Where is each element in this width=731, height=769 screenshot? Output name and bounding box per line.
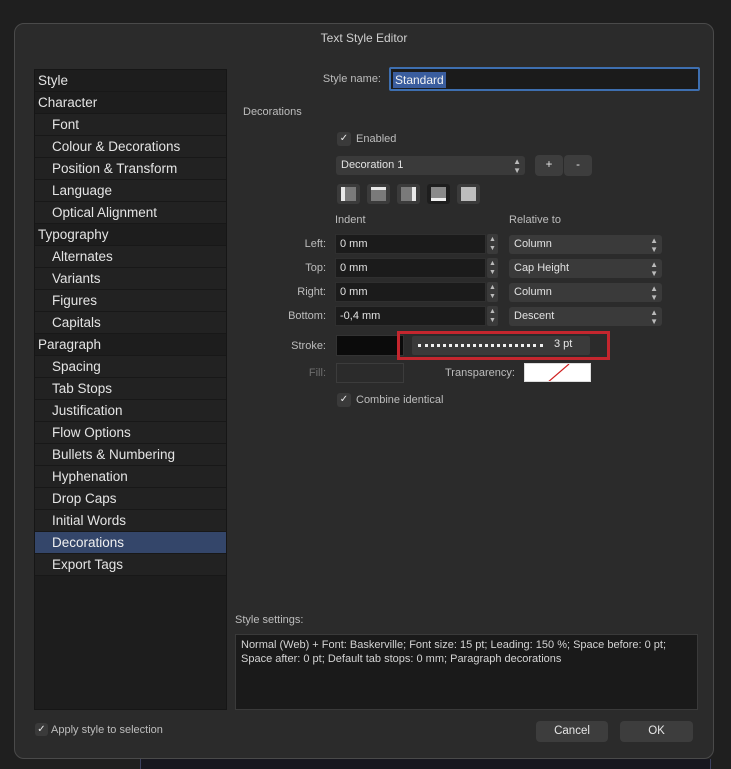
combine-identical-checkbox[interactable]: ✓	[337, 393, 351, 407]
enabled-label: Enabled	[356, 133, 397, 145]
style-settings-text: Normal (Web) + Font: Baskerville; Font s…	[241, 639, 667, 665]
indent-top-label: Top:	[305, 262, 326, 274]
checkmark-icon: ✓	[339, 394, 349, 405]
sidebar-item-bullets-and-numbering[interactable]: Bullets & Numbering	[35, 444, 226, 466]
sidebar-item-style[interactable]: Style	[35, 70, 226, 92]
style-category-sidebar: Style Character Font Colour & Decorations Po…	[34, 69, 227, 710]
apply-style-label: Apply style to selection	[51, 724, 163, 736]
decoration-right-button[interactable]	[397, 184, 420, 204]
style-name-label: Style name:	[322, 73, 381, 85]
stroke-label: Stroke:	[291, 340, 326, 352]
sidebar-item-character[interactable]: Character	[35, 92, 226, 114]
relative-left-value: Column	[514, 238, 552, 250]
checkmark-icon: ✓	[37, 724, 46, 735]
indent-left-stepper[interactable]: ▲ ▼	[487, 234, 498, 254]
decoration-bottom-button[interactable]	[427, 184, 450, 204]
relative-right-select[interactable]: Column ▲ ▼	[509, 283, 662, 302]
sidebar-item-initial-words[interactable]: Initial Words	[35, 510, 226, 532]
indent-right-input[interactable]: 0 mm	[335, 282, 486, 302]
stroke-width-value: 3 pt	[554, 338, 573, 350]
sidebar-item-tab-stops[interactable]: Tab Stops	[35, 378, 226, 400]
no-color-slash-icon	[548, 364, 570, 381]
indent-left-input[interactable]: 0 mm	[335, 234, 486, 254]
dialog-title: Text Style Editor	[320, 31, 408, 45]
combine-identical-label: Combine identical	[356, 394, 444, 406]
decoration-select[interactable]: Decoration 1 ▲ ▼	[336, 156, 525, 175]
sidebar-item-justification[interactable]: Justification	[35, 400, 226, 422]
border-right-icon	[401, 187, 416, 201]
select-arrows-icon: ▲ ▼	[650, 236, 658, 254]
text-style-editor-dialog: Text Style Editor Style Character Font Colo…	[14, 23, 714, 759]
enabled-checkbox[interactable]: ✓	[337, 132, 351, 146]
fill-color-swatch[interactable]	[336, 363, 404, 383]
stroke-width-control[interactable]: 3 pt	[412, 336, 590, 355]
cancel-button[interactable]: Cancel	[536, 721, 608, 742]
transparency-swatch[interactable]	[524, 363, 591, 382]
indent-bottom-stepper[interactable]: ▲ ▼	[487, 306, 498, 326]
checkmark-icon: ✓	[339, 133, 349, 144]
sidebar-item-optical-alignment[interactable]: Optical Alignment	[35, 202, 226, 224]
sidebar-item-colour-and-decorations[interactable]: Colour & Decorations	[35, 136, 226, 158]
sidebar-item-drop-caps[interactable]: Drop Caps	[35, 488, 226, 510]
indent-bottom-input[interactable]: -0,4 mm	[335, 306, 486, 326]
style-name-input[interactable]: Standard	[389, 67, 700, 91]
sidebar-item-flow-options[interactable]: Flow Options	[35, 422, 226, 444]
style-name-value: Standard	[393, 72, 446, 88]
decorations-section-label: Decorations	[243, 106, 302, 118]
indent-top-input[interactable]: 0 mm	[335, 258, 486, 278]
apply-style-checkbox[interactable]: ✓	[35, 723, 48, 736]
select-arrows-icon: ▲ ▼	[513, 157, 521, 175]
indent-right-stepper[interactable]: ▲ ▼	[487, 282, 498, 302]
sidebar-item-capitals[interactable]: Capitals	[35, 312, 226, 334]
decoration-fill-button[interactable]	[457, 184, 480, 204]
border-left-icon	[341, 187, 356, 201]
sidebar-item-position-and-transform[interactable]: Position & Transform	[35, 158, 226, 180]
relative-top-select[interactable]: Cap Height ▲ ▼	[509, 259, 662, 278]
sidebar-item-decorations[interactable]: Decorations	[35, 532, 226, 554]
select-arrows-icon: ▲ ▼	[650, 308, 658, 326]
border-top-icon	[371, 187, 386, 201]
sidebar-item-font[interactable]: Font	[35, 114, 226, 136]
indent-top-stepper[interactable]: ▲ ▼	[487, 258, 498, 278]
sidebar-item-alternates[interactable]: Alternates	[35, 246, 226, 268]
decoration-select-value: Decoration 1	[341, 159, 404, 171]
select-arrows-icon: ▲ ▼	[650, 260, 658, 278]
sidebar-item-figures[interactable]: Figures	[35, 290, 226, 312]
relative-bottom-value: Descent	[514, 310, 555, 322]
sidebar-item-export-tags[interactable]: Export Tags	[35, 554, 226, 576]
indent-bottom-label: Bottom:	[288, 310, 326, 322]
stroke-color-swatch[interactable]	[336, 335, 404, 356]
add-decoration-button[interactable]: +	[535, 155, 563, 176]
border-fill-icon	[461, 187, 476, 201]
relative-left-select[interactable]: Column ▲ ▼	[509, 235, 662, 254]
indent-header: Indent	[335, 214, 366, 226]
transparency-label: Transparency:	[445, 367, 515, 379]
sidebar-item-paragraph[interactable]: Paragraph	[35, 334, 226, 356]
fill-label: Fill:	[308, 367, 326, 379]
background-window-edge	[140, 759, 711, 769]
decoration-left-button[interactable]	[337, 184, 360, 204]
relative-right-value: Column	[514, 286, 552, 298]
sidebar-item-hyphenation[interactable]: Hyphenation	[35, 466, 226, 488]
sidebar-item-typography[interactable]: Typography	[35, 224, 226, 246]
style-settings-label: Style settings:	[235, 614, 304, 626]
style-settings-box: Normal (Web) + Font: Baskerville; Font s…	[235, 634, 698, 710]
sidebar-item-spacing[interactable]: Spacing	[35, 356, 226, 378]
select-arrows-icon: ▲ ▼	[650, 284, 658, 302]
decoration-top-button[interactable]	[367, 184, 390, 204]
ok-button[interactable]: OK	[620, 721, 693, 742]
sidebar-item-language[interactable]: Language	[35, 180, 226, 202]
border-bottom-icon	[431, 187, 446, 201]
stroke-width-slider-track	[418, 344, 543, 347]
relative-bottom-select[interactable]: Descent ▲ ▼	[509, 307, 662, 326]
relative-to-header: Relative to	[509, 214, 561, 226]
remove-decoration-button[interactable]: -	[564, 155, 592, 176]
indent-right-label: Right:	[297, 286, 326, 298]
relative-top-value: Cap Height	[514, 262, 570, 274]
indent-left-label: Left:	[304, 238, 326, 250]
sidebar-item-variants[interactable]: Variants	[35, 268, 226, 290]
